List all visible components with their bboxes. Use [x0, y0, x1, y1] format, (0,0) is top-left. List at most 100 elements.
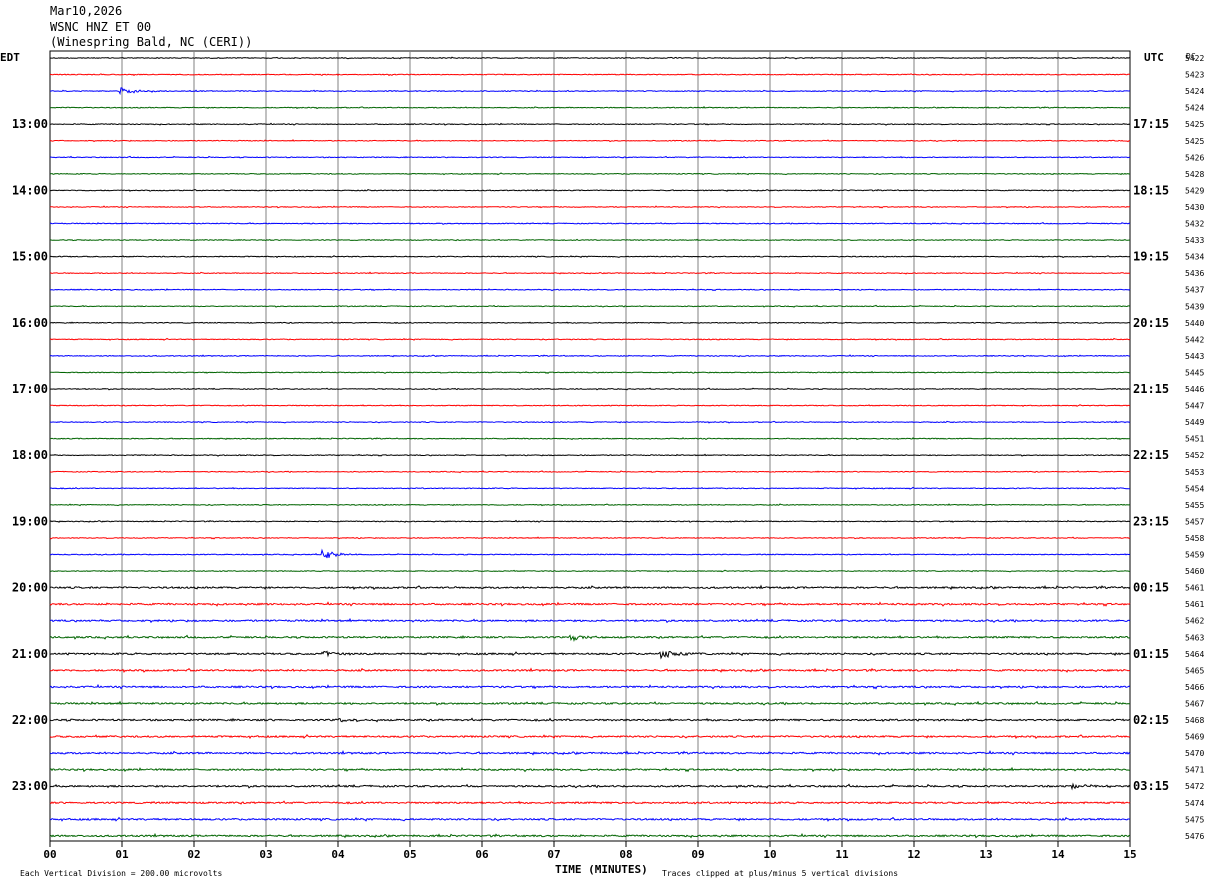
seismic-trace: [50, 87, 1131, 96]
x-tick-label: 14: [1051, 848, 1065, 861]
dc-offset-label: 5428: [1185, 170, 1204, 179]
x-tick-label: 03: [259, 848, 272, 861]
dc-offset-label: 5452: [1185, 451, 1204, 460]
seismic-trace: [49, 370, 1130, 374]
utc-hour-label: 17:15: [1133, 117, 1169, 131]
seismic-trace: [50, 122, 1131, 126]
x-tick-label: 05: [403, 848, 416, 861]
seismic-trace: [49, 470, 1131, 474]
x-tick-label: 15: [1123, 848, 1136, 861]
dc-offset-label: 5433: [1185, 236, 1204, 245]
x-axis-title: TIME (MINUTES): [555, 863, 648, 876]
seismic-trace: [49, 205, 1131, 209]
seismic-trace: [49, 354, 1131, 358]
seismic-trace: [50, 420, 1131, 424]
dc-offset-label: 5459: [1185, 551, 1204, 560]
seismic-trace: [49, 139, 1131, 143]
seismic-trace: [49, 634, 1131, 642]
dc-offset-label: 5474: [1185, 799, 1204, 808]
seismic-trace: [49, 601, 1131, 607]
edt-hour-label: 21:00: [12, 647, 48, 661]
seismic-trace: [49, 683, 1131, 690]
x-tick-label: 04: [331, 848, 345, 861]
dc-offset-label: 5455: [1185, 501, 1204, 510]
dc-offset-label: 5422: [1185, 54, 1204, 63]
utc-hour-label: 01:15: [1133, 647, 1169, 661]
seismic-trace: [49, 700, 1131, 706]
utc-hour-label: 22:15: [1133, 448, 1169, 462]
dc-offset-label: 5424: [1185, 87, 1204, 96]
dc-offset-label: 5469: [1185, 733, 1204, 742]
seismic-trace: [49, 536, 1131, 540]
seismic-trace: [49, 650, 1131, 660]
dc-offset-label: 5464: [1185, 650, 1204, 659]
x-tick-label: 11: [835, 848, 849, 861]
clip-note: Traces clipped at plus/minus 5 vertical …: [662, 869, 898, 878]
x-tick-label: 12: [907, 848, 920, 861]
seismic-trace: [49, 321, 1131, 324]
seismogram-plot: EDT UTC DC13:0014:0015:0016:0017:0018:0019…: [0, 50, 1204, 878]
edt-hour-label: 16:00: [12, 316, 48, 330]
dc-offset-label: 5449: [1185, 418, 1204, 427]
seismic-trace: [49, 782, 1131, 791]
dc-offset-label: 5429: [1185, 186, 1204, 195]
dc-offset-label: 5425: [1185, 120, 1204, 129]
dc-offset-label: 5463: [1185, 633, 1204, 642]
utc-hour-label: 20:15: [1133, 316, 1169, 330]
seismic-trace: [49, 733, 1131, 740]
x-tick-label: 02: [187, 848, 200, 861]
dc-offset-label: 5453: [1185, 468, 1204, 477]
seismic-trace: [49, 188, 1131, 192]
seismic-trace: [49, 304, 1131, 308]
seismic-trace: [49, 503, 1131, 507]
x-tick-label: 00: [43, 848, 56, 861]
dc-offset-label: 5466: [1185, 683, 1204, 692]
seismic-trace: [49, 453, 1130, 457]
dc-offset-label: 5447: [1185, 402, 1204, 411]
seismic-trace: [49, 584, 1131, 591]
dc-offset-label: 5451: [1185, 435, 1204, 444]
edt-hour-label: 18:00: [12, 448, 48, 462]
scale-note: Each Vertical Division = 200.00 microvol…: [20, 869, 222, 878]
plot-frame: [49, 50, 1131, 842]
dc-offset-label: 5462: [1185, 617, 1204, 626]
seismic-trace: [49, 73, 1131, 77]
dc-offset-label: 5461: [1185, 600, 1204, 609]
x-tick-label: 06: [475, 848, 489, 861]
dc-offset-label: 5432: [1185, 220, 1204, 229]
seismic-trace: [49, 337, 1131, 341]
dc-offset-label: 5430: [1185, 203, 1204, 212]
edt-hour-label: 20:00: [12, 581, 48, 595]
dc-offset-label: 5468: [1185, 716, 1204, 725]
dc-offset-label: 5443: [1185, 352, 1204, 361]
dc-offset-label: 5472: [1185, 782, 1204, 791]
dc-offset-label: 5446: [1185, 385, 1204, 394]
seismic-trace: [49, 255, 1131, 259]
seismic-trace: [49, 800, 1131, 805]
x-tick-label: 10: [763, 848, 776, 861]
dc-offset-label: 5476: [1185, 832, 1204, 841]
dc-offset-label: 5467: [1185, 699, 1204, 708]
dc-offset-label: 5436: [1185, 269, 1204, 278]
seismic-trace: [49, 172, 1130, 176]
seismic-trace: [49, 404, 1131, 407]
dc-offset-label: 5457: [1185, 517, 1204, 526]
dc-offset-label: 5470: [1185, 749, 1204, 758]
edt-hour-label: 22:00: [12, 713, 48, 727]
dc-offset-label: 5458: [1185, 534, 1204, 543]
edt-axis-label: EDT: [0, 51, 20, 64]
seismic-trace: [49, 238, 1131, 242]
seismic-trace: [49, 766, 1131, 773]
seismic-trace: [49, 56, 1131, 60]
x-tick-label: 09: [691, 848, 704, 861]
edt-hour-label: 17:00: [12, 382, 48, 396]
dc-offset-label: 5439: [1185, 302, 1204, 311]
dc-offset-label: 5465: [1185, 666, 1204, 675]
utc-hour-label: 18:15: [1133, 183, 1169, 197]
dc-offset-label: 5445: [1185, 368, 1204, 377]
seismic-trace: [49, 569, 1130, 573]
x-tick-label: 08: [619, 848, 632, 861]
edt-hour-label: 19:00: [12, 514, 48, 528]
seismic-trace: [49, 717, 1131, 723]
dc-offset-label: 5454: [1185, 484, 1204, 493]
